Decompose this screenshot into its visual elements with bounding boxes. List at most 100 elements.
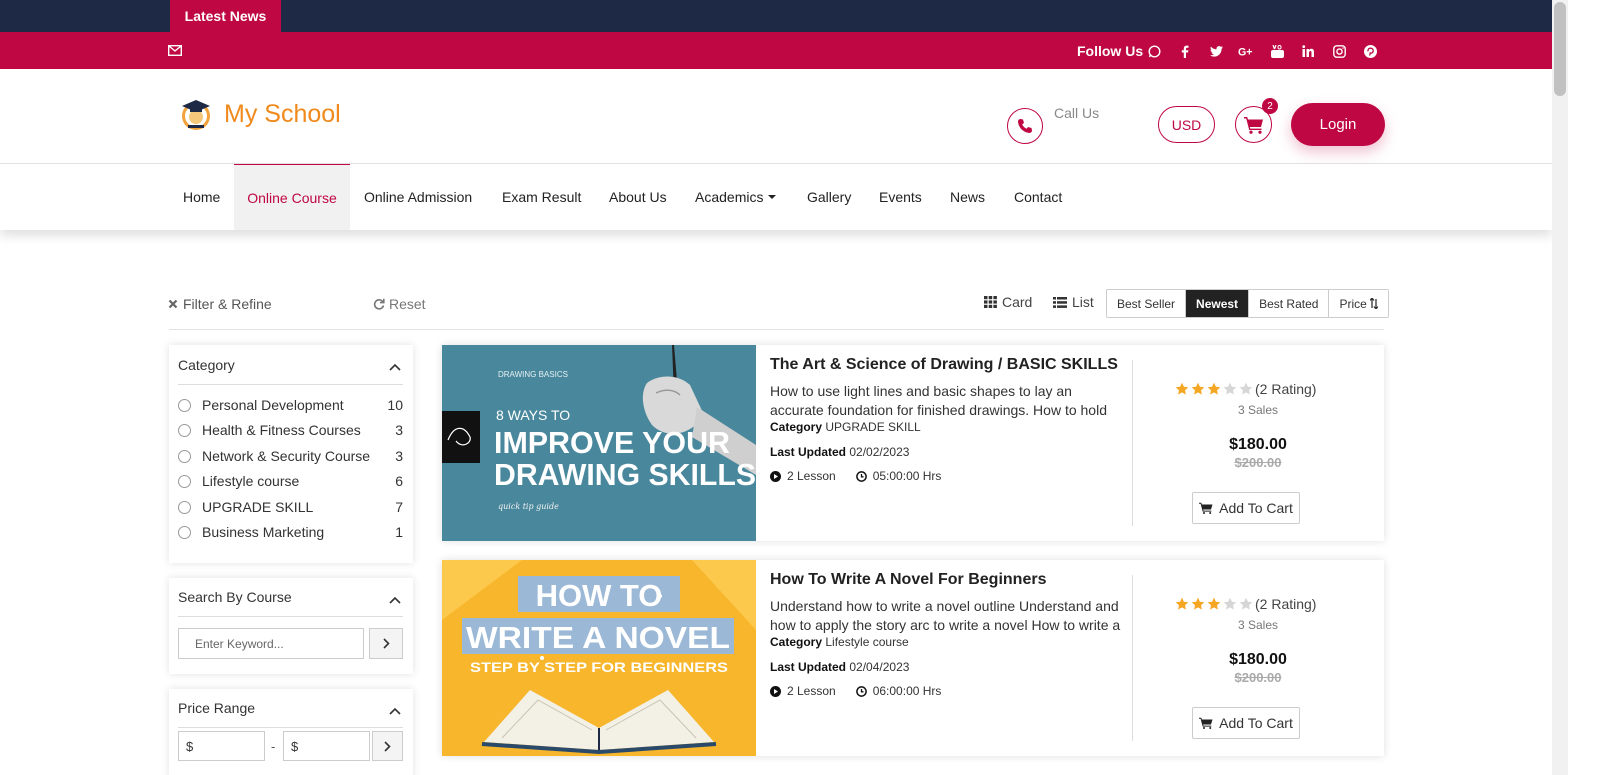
category-option[interactable]: Lifestyle course 6 [178, 471, 403, 491]
category-option[interactable]: Health & Fitness Courses 3 [178, 420, 403, 440]
filter-refine-toggle[interactable]: Filter & Refine [168, 296, 272, 312]
course-updated-label: Last Updated [770, 660, 847, 674]
linkedin-icon[interactable] [1300, 44, 1316, 58]
category-option[interactable]: UPGRADE SKILL 7 [178, 497, 403, 517]
category-count: 10 [387, 397, 403, 413]
sort-arrows-icon [1369, 298, 1378, 309]
card-view-button[interactable]: Card [984, 294, 1032, 310]
chevron-up-icon[interactable] [389, 363, 401, 371]
radio-button[interactable] [178, 398, 191, 412]
nav-contact[interactable]: Contact [1014, 164, 1062, 230]
course-duration: 05:00:00 Hrs [872, 469, 942, 483]
nav-events[interactable]: Events [879, 164, 922, 230]
price-separator: - [271, 739, 276, 754]
star-empty-icon [1239, 382, 1253, 395]
min-price-input[interactable]: $ [178, 731, 265, 761]
course-duration: 06:00:00 Hrs [872, 684, 942, 698]
course-thumbnail-novel[interactable]: HOW TO WRITE A NOVEL STEP BY STEP FOR BE… [442, 560, 756, 756]
star-icon [1207, 597, 1221, 610]
instagram-icon[interactable] [1331, 44, 1347, 58]
facebook-icon[interactable] [1177, 44, 1193, 58]
nav-about-us[interactable]: About Us [609, 164, 667, 230]
sort-best-seller[interactable]: Best Seller [1107, 290, 1187, 317]
sort-price-label: Price [1339, 296, 1367, 311]
nav-online-course[interactable]: Online Course [234, 164, 350, 230]
logo-text: My School [224, 99, 341, 128]
radio-button[interactable] [178, 525, 191, 539]
course-price: $180.00 [1229, 651, 1287, 668]
google-plus-icon[interactable]: G+ [1238, 44, 1254, 58]
youtube-icon[interactable] [1269, 44, 1285, 58]
category-option[interactable]: Network & Security Course 3 [178, 446, 403, 466]
rating-count: (2 Rating) [1255, 596, 1317, 612]
thumb-footer-text: quick tip guide [498, 502, 559, 511]
social-bar: Follow Us G+ [0, 32, 1552, 69]
latest-news-tab[interactable]: Latest News [170, 0, 281, 32]
thumb-line2-text: WRITE A NOVEL [466, 620, 730, 655]
radio-button[interactable] [178, 500, 191, 514]
phone-icon [1017, 118, 1033, 134]
search-submit-button[interactable] [369, 628, 403, 659]
thumb-line1-text: 8 WAYS TO [496, 407, 570, 423]
call-button[interactable] [1007, 108, 1043, 144]
page-scrollbar[interactable] [1552, 0, 1568, 775]
add-to-cart-button[interactable]: Add To Cart [1192, 707, 1300, 739]
sort-newest[interactable]: Newest [1186, 290, 1250, 317]
school-logo[interactable]: My School [178, 97, 341, 131]
search-title-divider [178, 616, 403, 617]
course-category: Category Lifestyle course [770, 635, 909, 649]
price-submit-button[interactable] [372, 731, 403, 761]
thumb-line2-text: IMPROVE YOUR [494, 425, 730, 460]
star-empty-icon [1239, 597, 1253, 610]
add-to-cart-button[interactable]: Add To Cart [1192, 492, 1300, 524]
course-old-price: $200.00 [1234, 455, 1282, 470]
category-label: UPGRADE SKILL [202, 499, 314, 515]
category-option[interactable]: Business Marketing 1 [178, 522, 403, 542]
nav-online-admission[interactable]: Online Admission [364, 164, 472, 230]
radio-button[interactable] [178, 449, 191, 463]
scrollbar-thumb[interactable] [1554, 2, 1566, 96]
category-label: Business Marketing [202, 524, 325, 540]
course-price: $180.00 [1229, 436, 1287, 453]
list-view-button[interactable]: List [1053, 294, 1094, 310]
nav-academics[interactable]: Academics [695, 164, 777, 230]
course-category-value: Lifestyle course [825, 635, 909, 649]
course-sales: 3 Sales [1237, 403, 1279, 417]
filter-refine-label: Filter & Refine [183, 296, 272, 312]
reset-label: Reset [389, 296, 426, 312]
nav-news[interactable]: News [950, 164, 985, 230]
pinterest-icon[interactable] [1362, 44, 1378, 58]
currency-selector[interactable]: USD [1158, 106, 1215, 143]
shopping-cart-icon [1199, 717, 1213, 729]
course-title[interactable]: How To Write A Novel For Beginners [770, 571, 1046, 589]
sort-price[interactable]: Price [1329, 290, 1388, 317]
radio-button[interactable] [178, 474, 191, 488]
twitter-icon[interactable] [1208, 44, 1224, 58]
reset-button[interactable]: Reset [373, 296, 426, 312]
max-price-input[interactable]: $ [283, 731, 370, 761]
chevron-up-icon[interactable] [389, 596, 401, 604]
radio-button[interactable] [178, 423, 191, 437]
star-icon [1191, 382, 1205, 395]
search-panel: Search By Course Enter Keyword... [169, 578, 413, 674]
chevron-up-icon[interactable] [389, 707, 401, 715]
grid-icon [984, 296, 997, 308]
envelope-icon[interactable] [168, 45, 182, 56]
star-icon [1207, 382, 1221, 395]
sort-best-rated[interactable]: Best Rated [1249, 290, 1330, 317]
course-card: DRAWING BASICS 8 WAYS TO IMPROVE YOUR DR… [442, 345, 1384, 541]
category-option[interactable]: Personal Development 10 [178, 395, 403, 415]
course-thumbnail-drawing[interactable]: DRAWING BASICS 8 WAYS TO IMPROVE YOUR DR… [442, 345, 756, 541]
nav-gallery[interactable]: Gallery [807, 164, 851, 230]
site-header: My School Call Us USD 2 Login [0, 69, 1552, 164]
keyword-search-input[interactable]: Enter Keyword... [178, 628, 364, 659]
category-count: 7 [395, 499, 403, 515]
nav-exam-result[interactable]: Exam Result [502, 164, 581, 230]
course-stats: 2 Lesson 06:00:00 Hrs [770, 684, 941, 698]
login-button[interactable]: Login [1291, 103, 1385, 146]
nav-home[interactable]: Home [183, 164, 220, 230]
star-empty-icon [1223, 597, 1237, 610]
whatsapp-icon[interactable] [1146, 44, 1162, 58]
course-title[interactable]: The Art & Science of Drawing / BASIC SKI… [770, 356, 1118, 374]
course-updated: Last Updated 02/04/2023 [770, 660, 909, 674]
